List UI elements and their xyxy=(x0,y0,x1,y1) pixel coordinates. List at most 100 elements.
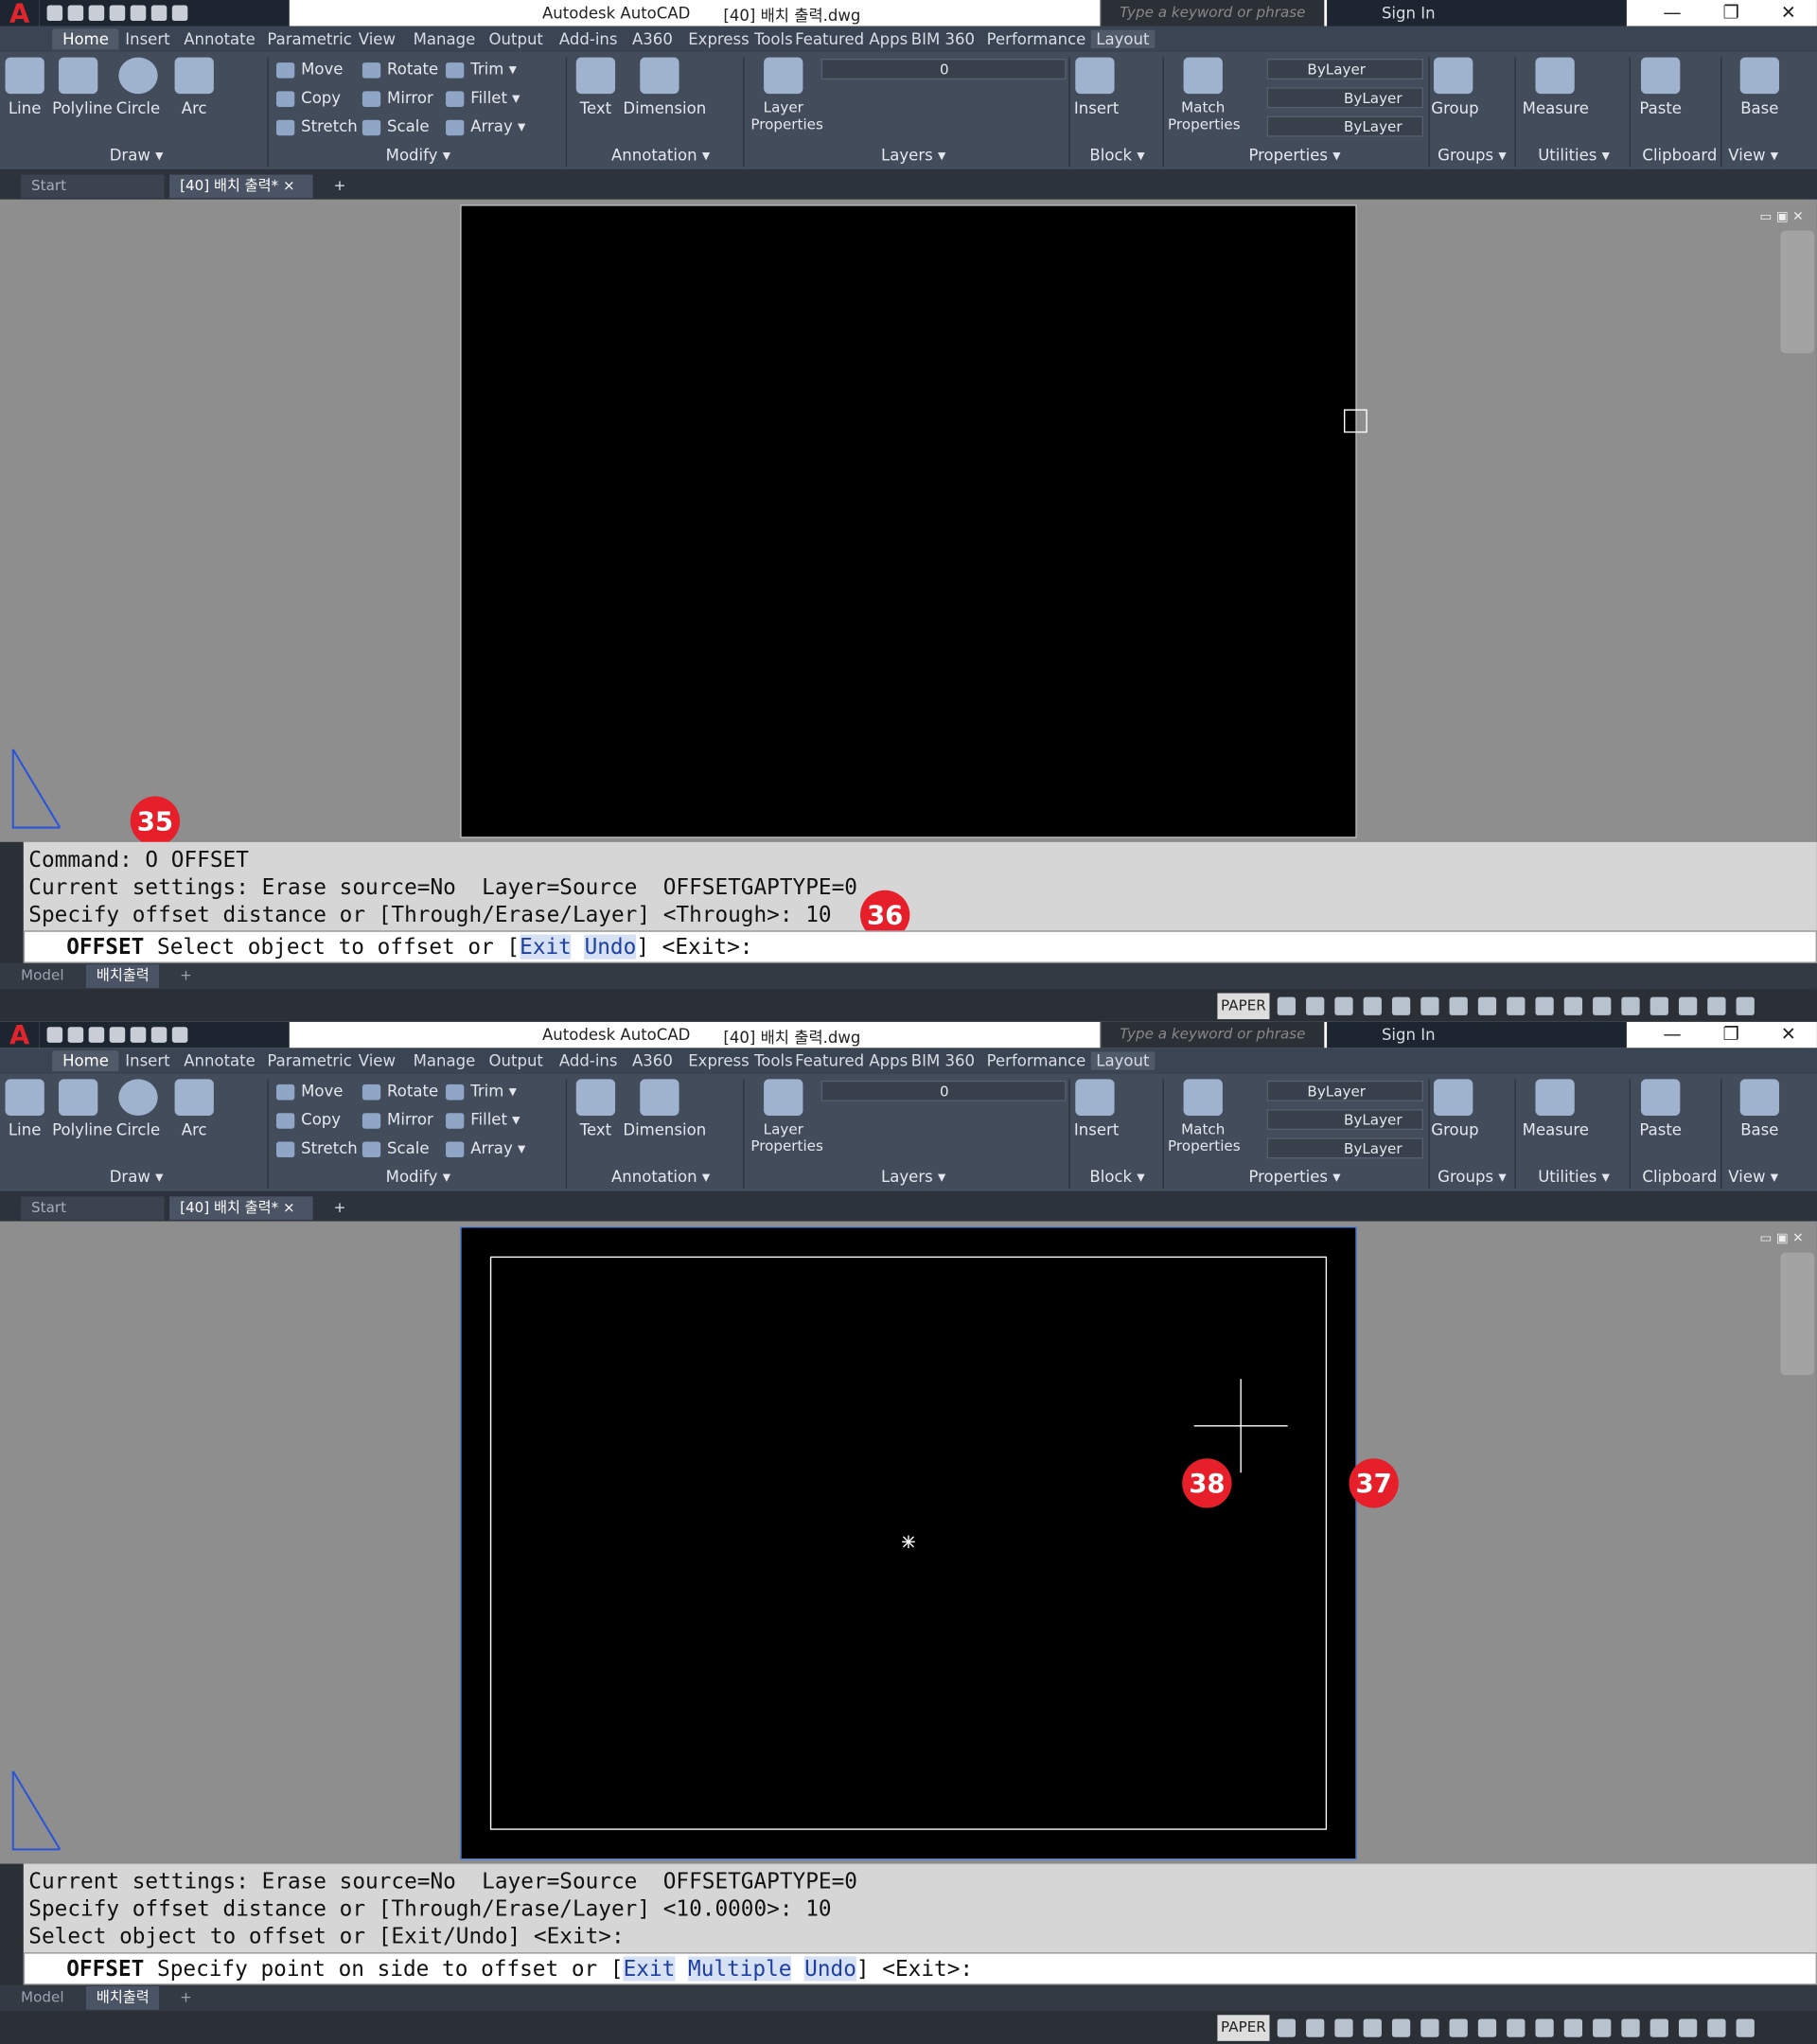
document-tab[interactable]: [40] 배치 출력* × xyxy=(169,174,313,199)
scale-button[interactable]: Scale xyxy=(362,1139,430,1157)
close-icon[interactable]: ✕ xyxy=(1781,3,1796,24)
redo-icon[interactable] xyxy=(171,1027,188,1043)
utilities-panel-label[interactable]: Utilities ▾ xyxy=(1538,1168,1610,1186)
add-layout-button[interactable]: + xyxy=(169,1986,203,2010)
print-icon[interactable] xyxy=(130,5,147,22)
menu-icon[interactable] xyxy=(1736,2018,1755,2037)
arc-button[interactable]: Arc xyxy=(174,57,214,117)
option-undo[interactable]: Undo xyxy=(584,934,637,960)
tab-manage[interactable]: Manage xyxy=(414,1051,476,1069)
sign-in-button[interactable]: Sign In xyxy=(1327,1021,1627,1048)
tab-featured-apps[interactable]: Featured Apps xyxy=(795,1051,908,1069)
autocad-logo[interactable]: A xyxy=(0,1021,40,1048)
otrack-icon[interactable] xyxy=(1420,996,1439,1015)
tab-layout[interactable]: Layout xyxy=(1090,29,1155,48)
tab-home[interactable]: Home xyxy=(52,28,119,50)
insert-button[interactable]: Insert xyxy=(1074,1079,1119,1139)
hardware-accel-icon[interactable] xyxy=(1678,996,1698,1015)
ortho-icon[interactable] xyxy=(1334,996,1353,1015)
layout-paper-sheet-selected[interactable] xyxy=(460,1226,1357,1860)
otrack-icon[interactable] xyxy=(1420,2018,1439,2037)
view-panel-label[interactable]: View ▾ xyxy=(1728,1168,1778,1186)
layer-dropdown[interactable]: 0 xyxy=(820,1080,1067,1101)
option-exit[interactable]: Exit xyxy=(520,934,572,960)
save-icon[interactable] xyxy=(88,5,105,22)
tab-performance[interactable]: Performance xyxy=(987,1051,1086,1069)
polyline-button[interactable]: Polyline xyxy=(52,57,113,117)
polyline-button[interactable]: Polyline xyxy=(52,1079,113,1139)
minimize-icon[interactable]: — xyxy=(1663,3,1681,24)
paste-button[interactable]: Paste xyxy=(1637,57,1685,117)
properties-panel-label[interactable]: Properties ▾ xyxy=(1248,1168,1340,1186)
view-panel-label[interactable]: View ▾ xyxy=(1728,146,1778,164)
dimension-button[interactable]: Dimension xyxy=(623,57,706,117)
add-layout-button[interactable]: + xyxy=(169,964,203,988)
line-button[interactable]: Line xyxy=(5,57,44,117)
tab-parametric[interactable]: Parametric xyxy=(267,1051,352,1069)
tab-performance[interactable]: Performance xyxy=(987,30,1086,48)
option-multiple[interactable]: Multiple xyxy=(688,1956,792,1982)
block-panel-label[interactable]: Block ▾ xyxy=(1089,1168,1144,1186)
search-input[interactable]: Type a keyword or phrase xyxy=(1100,0,1325,26)
workspace-icon[interactable] xyxy=(1563,996,1583,1015)
units-icon[interactable] xyxy=(1621,996,1640,1015)
measure-button[interactable]: Measure xyxy=(1523,57,1589,117)
clean-screen-icon[interactable] xyxy=(1707,996,1726,1015)
isolate-icon[interactable] xyxy=(1649,2018,1668,2037)
open-icon[interactable] xyxy=(67,5,84,22)
drawing-area[interactable]: ▭ ▣ ✕ 35 xyxy=(0,199,1817,846)
command-input[interactable]: OFFSET Specify point on side to offset o… xyxy=(23,1952,1817,1985)
start-tab[interactable]: Start xyxy=(21,174,165,199)
undo-icon[interactable] xyxy=(150,5,168,22)
close-icon[interactable]: ✕ xyxy=(1781,1025,1796,1046)
move-button[interactable]: Move xyxy=(275,60,343,79)
transparency-icon[interactable] xyxy=(1477,996,1497,1015)
modify-panel-label[interactable]: Modify ▾ xyxy=(386,1168,450,1186)
new-icon[interactable] xyxy=(46,1027,63,1043)
tab-bim360[interactable]: BIM 360 xyxy=(911,1051,975,1069)
stretch-button[interactable]: Stretch xyxy=(275,1139,358,1157)
layers-panel-label[interactable]: Layers ▾ xyxy=(881,1168,945,1186)
annotation-panel-label[interactable]: Annotation ▾ xyxy=(611,146,710,164)
circle-button[interactable]: Circle xyxy=(115,1079,162,1139)
tab-annotate[interactable]: Annotate xyxy=(184,1051,256,1069)
viewport-controls[interactable]: ▭ ▣ ✕ xyxy=(1759,1232,1803,1246)
document-tab[interactable]: [40] 배치 출력* × xyxy=(169,1196,313,1221)
tab-insert[interactable]: Insert xyxy=(125,1051,169,1069)
fillet-button[interactable]: Fillet ▾ xyxy=(446,1110,520,1129)
autocad-logo[interactable]: A xyxy=(0,0,40,26)
osnap-icon[interactable] xyxy=(1391,2018,1411,2037)
trim-button[interactable]: Trim ▾ xyxy=(446,1082,517,1100)
snap-icon[interactable] xyxy=(1306,996,1325,1015)
match-properties-button[interactable]: Match Properties xyxy=(1168,1079,1241,1154)
group-button[interactable]: Group xyxy=(1431,57,1479,117)
osnap-icon[interactable] xyxy=(1391,996,1411,1015)
mirror-button[interactable]: Mirror xyxy=(362,1110,433,1129)
tab-featured-apps[interactable]: Featured Apps xyxy=(795,30,908,48)
tab-express-tools[interactable]: Express Tools xyxy=(688,30,793,48)
close-tab-icon[interactable]: × xyxy=(283,1199,295,1216)
layers-panel-label[interactable]: Layers ▾ xyxy=(881,146,945,164)
transparency-icon[interactable] xyxy=(1477,2018,1497,2037)
groups-panel-label[interactable]: Groups ▾ xyxy=(1438,146,1506,164)
tab-layout[interactable]: Layout xyxy=(1090,1051,1155,1070)
rotate-button[interactable]: Rotate xyxy=(362,1082,438,1100)
base-button[interactable]: Base xyxy=(1737,57,1784,117)
base-button[interactable]: Base xyxy=(1737,1079,1784,1139)
navigation-bar[interactable] xyxy=(1780,1252,1815,1376)
group-button[interactable]: Group xyxy=(1431,1079,1479,1139)
new-icon[interactable] xyxy=(46,5,63,22)
tab-addins[interactable]: Add-ins xyxy=(559,30,618,48)
tab-manage[interactable]: Manage xyxy=(414,30,476,48)
lineweight-dropdown[interactable]: ByLayer xyxy=(1266,115,1424,137)
tab-view[interactable]: View xyxy=(359,1051,396,1069)
snap-icon[interactable] xyxy=(1306,2018,1325,2037)
tab-output[interactable]: Output xyxy=(488,30,542,48)
color-dropdown[interactable]: ByLayer xyxy=(1266,58,1424,80)
model-tab[interactable]: Model xyxy=(10,964,75,988)
saveas-icon[interactable] xyxy=(109,5,126,22)
minimize-icon[interactable]: — xyxy=(1663,1025,1681,1046)
paper-space-toggle[interactable]: PAPER xyxy=(1217,993,1270,1020)
clean-screen-icon[interactable] xyxy=(1707,2018,1726,2037)
model-tab[interactable]: Model xyxy=(10,1986,75,2010)
